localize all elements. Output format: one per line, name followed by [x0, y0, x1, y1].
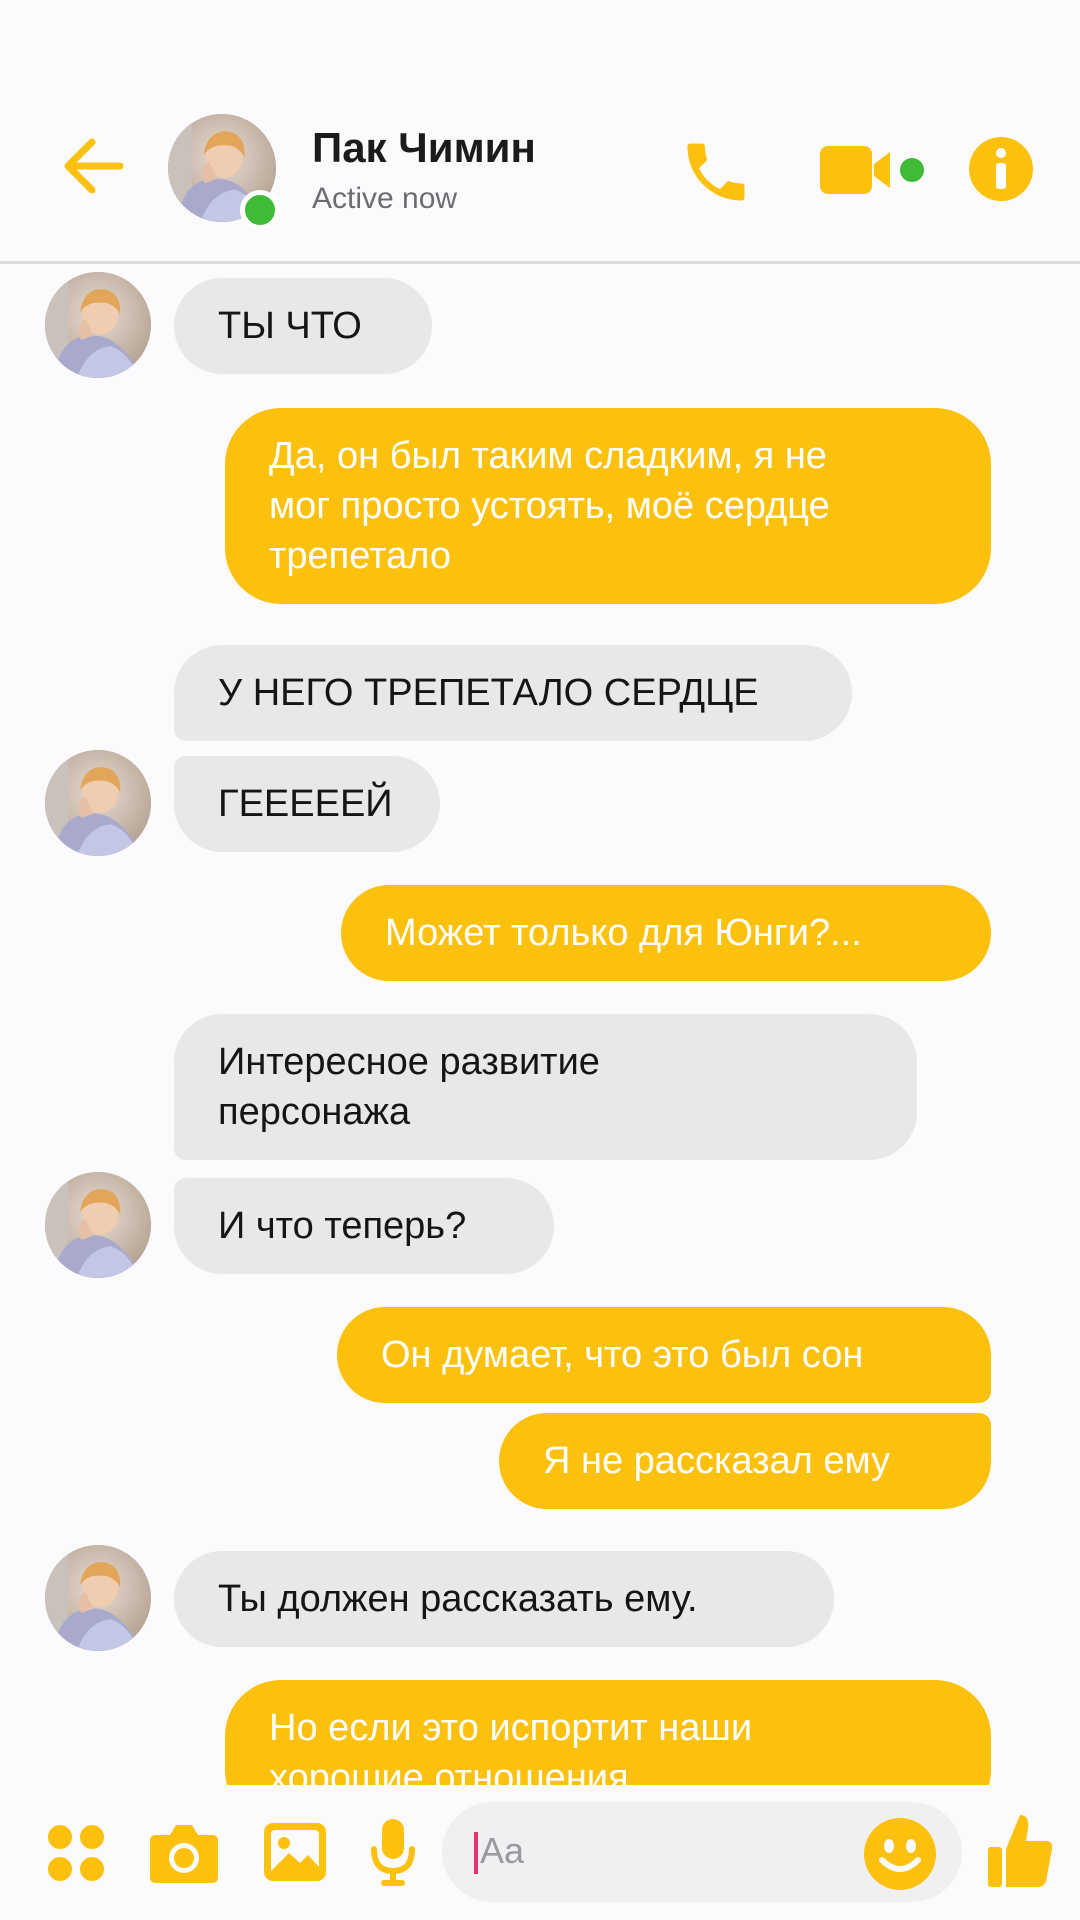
gallery-icon — [264, 1823, 326, 1881]
contact-avatar[interactable] — [45, 750, 151, 856]
emoji-icon — [864, 1818, 936, 1890]
camera-button[interactable] — [148, 1821, 220, 1885]
emoji-button[interactable] — [862, 1816, 938, 1892]
video-camera-icon — [820, 146, 924, 194]
contact-name[interactable]: Пак Чимин — [312, 124, 536, 172]
like-button[interactable] — [986, 1811, 1054, 1891]
contact-status: Active now — [312, 182, 458, 215]
incoming-message[interactable]: У НЕГО ТРЕПЕТАЛО СЕРДЦЕ — [174, 645, 852, 741]
outgoing-message[interactable]: Он думает, что это был сон — [337, 1307, 991, 1403]
microphone-icon — [371, 1819, 415, 1886]
apps-icon — [48, 1825, 104, 1881]
phone-icon — [687, 143, 745, 201]
arrow-left-icon — [64, 138, 124, 194]
message-composer: Aa — [0, 1785, 1080, 1920]
outgoing-message[interactable]: Да, он был таким сладким, я не мог прост… — [225, 408, 991, 604]
online-indicator — [240, 190, 280, 230]
conversation-info-button[interactable] — [968, 136, 1034, 202]
video-call-button[interactable] — [818, 142, 926, 198]
incoming-message[interactable]: Ты должен рассказать ему. — [174, 1551, 834, 1647]
apps-button[interactable] — [46, 1823, 106, 1883]
outgoing-message[interactable]: Я не рассказал ему — [499, 1413, 991, 1509]
gallery-button[interactable] — [262, 1821, 328, 1883]
back-button[interactable] — [58, 132, 128, 202]
voice-call-button[interactable] — [678, 134, 754, 210]
message-list[interactable]: ТЫ ЧТО Да, он был таким сладким, я не мо… — [0, 267, 1080, 1785]
camera-icon — [150, 1825, 218, 1883]
outgoing-message[interactable]: Но если это испортит наши хорошие отноше… — [225, 1680, 991, 1785]
incoming-message[interactable]: ГЕЕЕЕЕЙ — [174, 756, 440, 852]
message-input-placeholder: Aa — [480, 1830, 525, 1871]
text-caret — [474, 1832, 478, 1874]
info-icon — [969, 137, 1033, 201]
incoming-message[interactable]: Интересное развитие персонажа — [174, 1014, 917, 1160]
incoming-message[interactable]: И что теперь? — [174, 1178, 554, 1274]
thumbs-up-icon — [988, 1815, 1053, 1887]
contact-avatar[interactable] — [45, 1545, 151, 1651]
incoming-message[interactable]: ТЫ ЧТО — [174, 278, 432, 374]
contact-avatar[interactable] — [45, 1172, 151, 1278]
message-input[interactable]: Aa — [442, 1802, 962, 1902]
contact-avatar[interactable] — [45, 272, 151, 378]
voice-message-button[interactable] — [370, 1817, 416, 1887]
chat-header: Пак Чимин Active now — [0, 0, 1080, 264]
outgoing-message[interactable]: Может только для Юнги?... — [341, 885, 991, 981]
